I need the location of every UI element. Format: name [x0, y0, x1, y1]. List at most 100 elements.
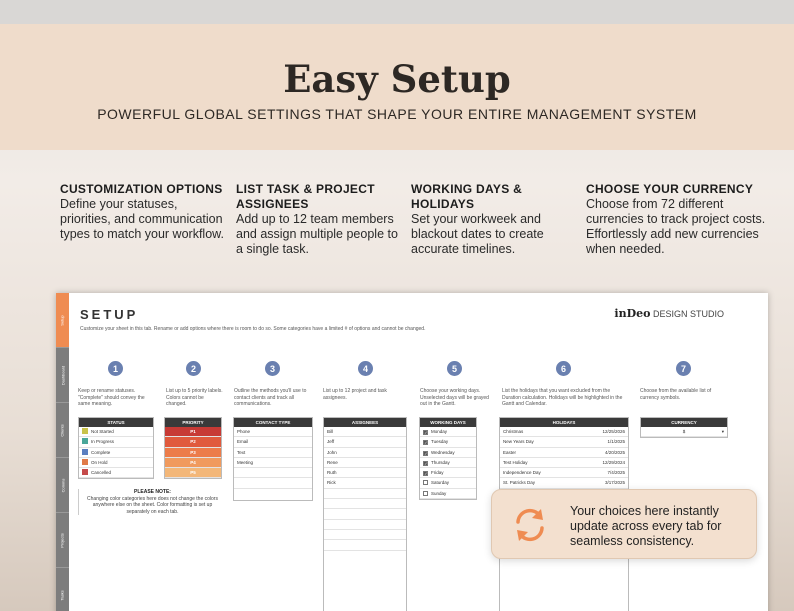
status-row[interactable]: In Progress: [79, 437, 153, 448]
step-2-description: List up to 5 priority labels. Colors can…: [166, 388, 223, 407]
assignee-row[interactable]: [324, 520, 406, 530]
holidays-header: HOLIDAYS: [500, 418, 628, 427]
contact-type-row[interactable]: Phone: [234, 427, 312, 438]
priority-row[interactable]: P3: [165, 447, 221, 458]
contact-type-row[interactable]: [234, 468, 312, 479]
holiday-row[interactable]: Christmas 12/25/2026: [500, 427, 628, 438]
working-days-table: WORKING DAYS ✓ Monday ✓ Tuesday ✓ Wednesday…: [419, 417, 477, 501]
assignees-header: ASSIGNEES: [324, 418, 406, 427]
assignee-row[interactable]: [324, 540, 406, 551]
feature-text: Choose from 72 different currencies to t…: [586, 197, 766, 256]
feature-title: CHOOSE YOUR CURRENCY: [586, 182, 754, 196]
status-header: STATUS: [79, 418, 153, 427]
feature-customization: CUSTOMIZATION OPTIONS Define your status…: [60, 182, 230, 242]
step-5-badge: 5: [447, 361, 462, 376]
priority-row[interactable]: P4: [165, 457, 221, 469]
working-day-row[interactable]: Sunday: [420, 489, 476, 500]
contact-type-row[interactable]: Email: [234, 437, 312, 448]
feature-title: LIST TASK & PROJECT ASSIGNEES: [236, 182, 375, 211]
assignee-row[interactable]: Ruth: [324, 468, 406, 479]
setup-sheet: Setup Dashboard Clients Comms Projects T…: [56, 293, 768, 611]
assignee-row[interactable]: [324, 489, 406, 500]
assignee-row[interactable]: [324, 509, 406, 520]
step-6-badge: 6: [556, 361, 571, 376]
priority-table: PRIORITY P1 P2 P3 P4 P5: [164, 417, 222, 480]
contact-type-row[interactable]: Text: [234, 448, 312, 458]
status-row[interactable]: Not Started: [79, 427, 153, 438]
working-day-row[interactable]: ✓ Tuesday: [420, 437, 476, 448]
tab-comms[interactable]: Comms: [56, 458, 69, 513]
top-strip: [0, 0, 794, 24]
checkbox-checked[interactable]: ✓: [423, 450, 428, 456]
status-row[interactable]: Cancelled: [79, 468, 153, 479]
step-7-badge: 7: [676, 361, 691, 376]
assignee-row[interactable]: Jeff: [324, 437, 406, 448]
tab-clients[interactable]: Clients: [56, 403, 69, 458]
assignee-row[interactable]: [324, 530, 406, 541]
step-4-description: List up to 12 project and task assignees…: [323, 388, 387, 401]
note-box: PLEASE NOTE: Changing color categories h…: [78, 489, 222, 515]
step-1-badge: 1: [108, 361, 123, 376]
step-7-description: Choose from the available list of curren…: [640, 388, 712, 401]
status-swatch: [82, 448, 88, 455]
sheet-tab-bar: Setup Dashboard Clients Comms Projects T…: [56, 293, 69, 611]
step-4-badge: 4: [358, 361, 373, 376]
checkbox-unchecked[interactable]: [423, 490, 428, 496]
step-6-description: List the holidays that you want excluded…: [502, 388, 623, 407]
chevron-down-icon: ▾: [721, 429, 724, 434]
priority-header: PRIORITY: [165, 418, 221, 427]
status-swatch: [82, 438, 88, 445]
tab-setup[interactable]: Setup: [56, 293, 69, 348]
contact-type-table: CONTACT TYPE Phone Email Text Meeting: [233, 417, 313, 501]
step-1-description: Keep or rename statuses. "Complete" shou…: [78, 388, 145, 407]
feature-working-days: WORKING DAYS & HOLIDAYS Set your workwee…: [411, 182, 581, 257]
checkbox-checked[interactable]: ✓: [423, 430, 428, 435]
step-2-badge: 2: [186, 361, 201, 376]
priority-row[interactable]: P2: [165, 437, 221, 448]
assignee-row[interactable]: Bill: [324, 427, 406, 438]
currency-select[interactable]: $ ▾: [641, 427, 727, 438]
working-day-row[interactable]: ✓ Thursday: [420, 458, 476, 469]
sheet-description: Customize your sheet in this tab. Rename…: [80, 326, 426, 332]
tab-projects[interactable]: Projects: [56, 513, 69, 568]
callout-box: Your choices here instantly update acros…: [491, 489, 757, 559]
priority-row[interactable]: P5: [165, 468, 221, 479]
working-day-row[interactable]: ✓ Friday: [420, 468, 476, 479]
page-subtitle: POWERFUL GLOBAL SETTINGS THAT SHAPE YOUR…: [97, 106, 697, 122]
holiday-row[interactable]: Test Holiday 12/29/2024: [500, 458, 628, 469]
feature-title: WORKING DAYS & HOLIDAYS: [411, 182, 523, 211]
holiday-row[interactable]: Independence Day 7/4/2025: [500, 468, 628, 479]
contact-type-row[interactable]: [234, 478, 312, 489]
brand-logo: inDeo DESIGN STUDIO: [614, 307, 724, 320]
currency-header: CURRENCY: [641, 418, 727, 427]
checkbox-checked[interactable]: ✓: [423, 440, 428, 446]
working-day-row[interactable]: ✓ Monday: [420, 427, 476, 438]
assignee-row[interactable]: [324, 499, 406, 510]
status-swatch: [82, 428, 88, 434]
banner: Easy Setup POWERFUL GLOBAL SETTINGS THAT…: [0, 24, 794, 150]
refresh-icon: [516, 508, 544, 542]
holiday-row[interactable]: St. Patricks Day 3/17/2025: [500, 478, 628, 489]
contact-type-row[interactable]: Meeting: [234, 458, 312, 469]
status-swatch: [82, 458, 88, 465]
assignee-row[interactable]: John: [324, 448, 406, 458]
feature-text: Add up to 12 team members and assign mul…: [236, 212, 398, 256]
checkbox-unchecked[interactable]: [423, 480, 428, 486]
assignee-row[interactable]: Rene: [324, 458, 406, 469]
holiday-row[interactable]: Easter 4/20/2025: [500, 448, 628, 458]
checkbox-checked[interactable]: ✓: [423, 471, 428, 477]
tab-tasks[interactable]: Tasks: [56, 568, 69, 611]
currency-table: CURRENCY $ ▾: [640, 417, 728, 439]
working-day-row[interactable]: ✓ Wednesday: [420, 448, 476, 458]
priority-row[interactable]: P1: [165, 427, 221, 438]
sheet-title: SETUP: [80, 307, 139, 322]
status-row[interactable]: Complete: [79, 448, 153, 458]
status-row[interactable]: On Hold: [79, 458, 153, 469]
status-swatch: [82, 469, 88, 476]
checkbox-checked[interactable]: ✓: [423, 460, 428, 466]
status-table: STATUS Not Started In Progress Complete …: [78, 417, 154, 480]
assignee-row[interactable]: Rick: [324, 478, 406, 489]
working-day-row[interactable]: Saturday: [420, 478, 476, 489]
tab-dashboard[interactable]: Dashboard: [56, 348, 69, 403]
holiday-row[interactable]: New Years Day 1/1/2025: [500, 437, 628, 448]
